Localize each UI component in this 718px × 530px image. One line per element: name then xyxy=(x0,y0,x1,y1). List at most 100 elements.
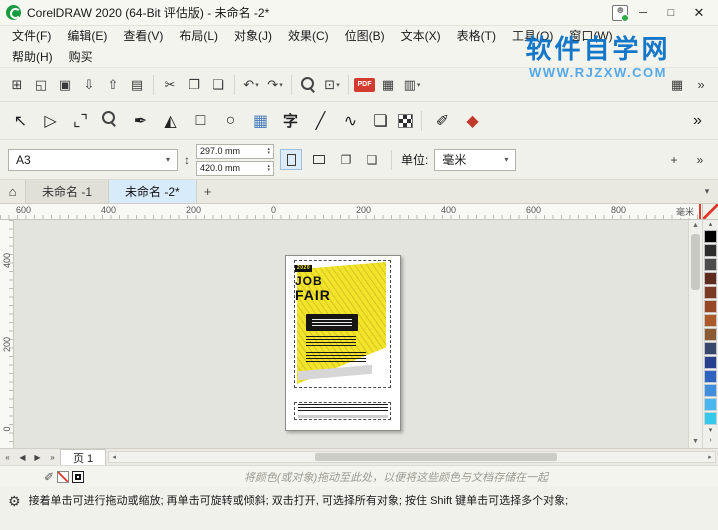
import-icon[interactable]: ⇩ xyxy=(78,74,100,96)
menu-item-0[interactable]: 文件(F) xyxy=(4,26,59,47)
units-dropdown[interactable]: 毫米 ▾ xyxy=(434,148,517,171)
menu-item-3[interactable]: 布局(L) xyxy=(171,26,226,47)
open-document-icon[interactable]: ◱ xyxy=(30,74,52,96)
artistic-media-tool-icon[interactable]: ◭ xyxy=(158,108,183,133)
tab-list-chevron-icon[interactable]: ▾ xyxy=(696,180,718,203)
undo-icon[interactable]: ↶ ▾ xyxy=(240,74,262,96)
color-swatch[interactable] xyxy=(704,398,717,411)
toolbar-overflow-icon[interactable]: » xyxy=(690,74,712,96)
menu-item-10[interactable]: 窗口(W) xyxy=(561,26,620,47)
ellipse-tool-icon[interactable]: ○ xyxy=(218,108,243,133)
next-page-button[interactable]: ▶ xyxy=(30,449,45,465)
first-page-button[interactable]: « xyxy=(0,449,15,465)
all-pages-button[interactable]: ❐ xyxy=(336,150,356,170)
dropdown-caret-icon[interactable]: ▾ xyxy=(279,81,283,89)
zoom-level-dropdown[interactable]: ⊡ ▾ xyxy=(321,74,343,96)
export-icon[interactable]: ⇧ xyxy=(102,74,124,96)
color-swatch[interactable] xyxy=(704,384,717,397)
document-tab-2[interactable]: 未命名 -2* xyxy=(109,180,197,203)
document-page[interactable]: 2020 JOB FAIR xyxy=(285,255,401,431)
line-tool-icon[interactable]: ╱ xyxy=(308,108,333,133)
color-swatch[interactable] xyxy=(704,300,717,313)
color-swatch[interactable] xyxy=(704,230,717,243)
connector-tool-icon[interactable]: ∿ xyxy=(338,108,363,133)
search-icon[interactable] xyxy=(297,74,319,96)
page-width-spinner[interactable]: 297.0 mm ▴ ▾ xyxy=(196,143,274,159)
maximize-button[interactable]: □ xyxy=(658,3,684,23)
spinner-arrows-icon[interactable]: ▴ ▾ xyxy=(267,147,270,156)
color-swatch[interactable] xyxy=(704,370,717,383)
eyedropper-tool-icon[interactable]: ✐ xyxy=(430,108,455,133)
horizontal-scrollbar[interactable]: ◂ ▸ xyxy=(108,451,716,463)
menu-item-7[interactable]: 文本(X) xyxy=(393,26,449,47)
curve-tool-icon[interactable]: ✒ xyxy=(128,108,153,133)
copy-icon[interactable]: ❐ xyxy=(183,74,205,96)
home-tab-button[interactable]: ⌂ xyxy=(0,180,26,203)
add-button[interactable]: + xyxy=(664,150,684,170)
print-icon[interactable]: ▤ xyxy=(126,74,148,96)
color-swatch[interactable] xyxy=(704,314,717,327)
dropdown-caret-icon[interactable]: ▾ xyxy=(336,81,340,89)
text-tool-icon[interactable]: 字 xyxy=(278,108,303,133)
zoom-tool-icon[interactable] xyxy=(98,108,123,133)
prev-page-button[interactable]: ◀ xyxy=(15,449,30,465)
horizontal-scrollbar-thumb[interactable] xyxy=(315,453,558,461)
sign-in-icon[interactable] xyxy=(612,4,629,22)
smart-fill-tool-icon[interactable]: ◆ xyxy=(460,108,485,133)
color-eyedropper-icon[interactable]: ✐ xyxy=(44,470,54,484)
last-page-button[interactable]: » xyxy=(45,449,60,465)
fill-none-swatch[interactable] xyxy=(57,470,70,483)
dropdown-caret-icon[interactable]: ▾ xyxy=(417,81,421,89)
poster-title-line1[interactable]: JOB xyxy=(295,275,323,287)
menu-item-8[interactable]: 表格(T) xyxy=(449,26,504,47)
app-launcher-icon[interactable]: ▦ xyxy=(666,74,688,96)
pick-tool-icon[interactable]: ↖ xyxy=(8,108,33,133)
close-button[interactable]: ✕ xyxy=(686,3,712,23)
poster-stripe-block[interactable] xyxy=(298,404,388,413)
scroll-up-icon[interactable]: ▲ xyxy=(689,220,702,232)
graph-paper-tool-icon[interactable]: ▦ xyxy=(248,108,273,133)
palette-flyout-icon[interactable]: › xyxy=(709,436,711,446)
rectangle-tool-icon[interactable]: □ xyxy=(188,108,213,133)
color-swatch[interactable] xyxy=(704,272,717,285)
color-swatch[interactable] xyxy=(704,412,717,425)
vertical-scrollbar[interactable]: ▲ ▼ xyxy=(688,220,702,448)
settings-gear-icon[interactable]: ⚙ xyxy=(8,494,21,508)
drawing-canvas[interactable]: 2020 JOB FAIR xyxy=(14,220,688,448)
color-swatch[interactable] xyxy=(704,342,717,355)
color-swatch[interactable] xyxy=(704,328,717,341)
menu-item-9[interactable]: 工具(O) xyxy=(504,26,561,47)
portrait-orientation-button[interactable] xyxy=(280,149,302,170)
spinner-arrows-icon[interactable]: ▴ ▾ xyxy=(267,164,270,173)
document-tab-1[interactable]: 未命名 -1 xyxy=(26,180,110,203)
new-document-tab-button[interactable]: + xyxy=(197,180,219,203)
transparency-tool-icon[interactable] xyxy=(398,113,413,128)
current-page-button[interactable]: ❑ xyxy=(362,150,382,170)
snap-dropdown[interactable]: ▥ ▾ xyxy=(401,74,423,96)
pdf-export-icon[interactable]: PDF xyxy=(354,77,375,92)
scroll-right-icon[interactable]: ▸ xyxy=(705,452,715,462)
page-tab[interactable]: 页 1 xyxy=(60,449,107,465)
property-bar-overflow-icon[interactable]: » xyxy=(690,150,710,170)
minimize-button[interactable]: ─ xyxy=(630,3,656,23)
vertical-ruler[interactable]: 400 200 0 xyxy=(0,220,14,448)
page-size-preset-dropdown[interactable]: A3 ▾ xyxy=(8,148,178,171)
save-icon[interactable]: ▣ xyxy=(54,74,76,96)
dropdown-caret-icon[interactable]: ▾ xyxy=(255,81,259,89)
poster-title-line2[interactable]: FAIR xyxy=(295,288,331,302)
menu-item-6[interactable]: 位图(B) xyxy=(337,26,393,47)
outline-color-swatch[interactable] xyxy=(72,470,85,483)
toolbox-overflow-icon[interactable]: » xyxy=(685,108,710,133)
crop-tool-icon[interactable]: ⌞⌝ xyxy=(68,108,93,133)
vertical-scrollbar-thumb[interactable] xyxy=(691,234,700,290)
paste-icon[interactable]: ❏ xyxy=(207,74,229,96)
ruler-origin-icon[interactable] xyxy=(702,204,718,219)
poster-gray-line[interactable] xyxy=(298,415,388,418)
poster-text-block[interactable] xyxy=(306,314,358,331)
menu-item-5[interactable]: 效果(C) xyxy=(280,26,337,47)
scroll-down-icon[interactable]: ▼ xyxy=(689,436,702,448)
page-height-spinner[interactable]: 420.0 mm ▴ ▾ xyxy=(196,160,274,176)
color-swatch[interactable] xyxy=(704,286,717,299)
menu-item-row2-0[interactable]: 帮助(H) xyxy=(4,47,61,68)
drop-shadow-tool-icon[interactable]: ❏ xyxy=(368,108,393,133)
